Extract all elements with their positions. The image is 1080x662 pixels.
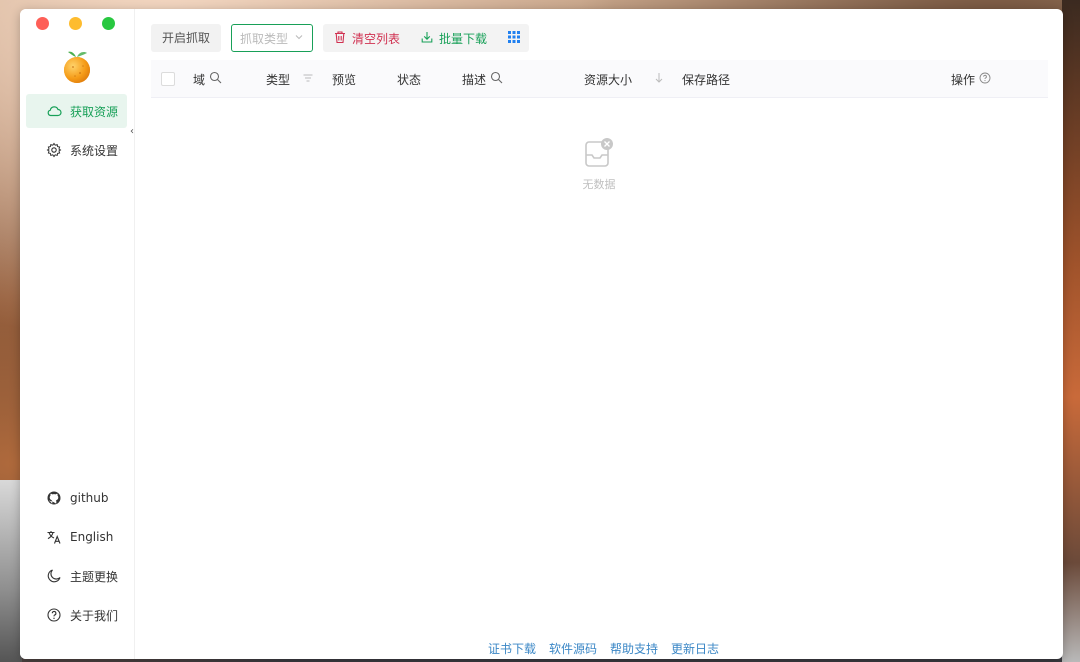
sidebar-item-label: 主题更换 bbox=[70, 569, 119, 584]
close-window-button[interactable] bbox=[36, 17, 49, 30]
footer-link-help[interactable]: 帮助支持 bbox=[610, 640, 658, 657]
gear-icon bbox=[46, 142, 62, 158]
help-circle-icon[interactable] bbox=[979, 72, 991, 87]
sidebar-item-settings[interactable]: 系统设置 bbox=[26, 133, 127, 167]
sidebar-item-about[interactable]: 关于我们 bbox=[26, 598, 127, 632]
grid-icon bbox=[507, 30, 521, 47]
sidebar: 获取资源 系统设置 github English 主题更换 关于我们 bbox=[20, 9, 134, 659]
filter-icon[interactable] bbox=[302, 72, 314, 87]
sidebar-item-theme[interactable]: 主题更换 bbox=[26, 559, 127, 593]
footer-links: 证书下载 软件源码 帮助支持 更新日志 bbox=[488, 640, 719, 657]
column-label: 资源大小 bbox=[584, 72, 633, 87]
app-window: 获取资源 系统设置 github English 主题更换 关于我们 ‹ 开启抓… bbox=[20, 9, 1063, 659]
column-description: 描述 bbox=[462, 60, 503, 98]
column-domain: 域 bbox=[193, 60, 222, 98]
toolbar: 开启抓取 抓取类型 清空列表 批量下载 bbox=[151, 24, 530, 52]
wallpaper-left bbox=[0, 480, 22, 662]
column-status: 状态 bbox=[397, 60, 421, 98]
clear-list-button[interactable]: 清空列表 bbox=[333, 30, 400, 47]
empty-state-label: 无数据 bbox=[582, 178, 616, 191]
column-label: 预览 bbox=[332, 72, 357, 87]
select-all-checkbox[interactable] bbox=[161, 72, 175, 86]
column-label: 保存路径 bbox=[682, 72, 731, 87]
sidebar-item-label: github bbox=[70, 491, 109, 505]
sort-down-icon[interactable] bbox=[654, 72, 664, 87]
footer-link-certificate[interactable]: 证书下载 bbox=[488, 640, 536, 657]
maximize-window-button[interactable] bbox=[102, 17, 115, 30]
github-icon bbox=[46, 490, 62, 506]
column-label: 描述 bbox=[462, 72, 487, 87]
column-label: 操作 bbox=[951, 72, 976, 87]
main-panel: 开启抓取 抓取类型 清空列表 批量下载 域 类型 预览 状态 描述 资源大小 保… bbox=[135, 9, 1063, 659]
grid-view-button[interactable] bbox=[507, 30, 521, 47]
column-type: 类型 bbox=[266, 60, 314, 98]
sidebar-item-label: 系统设置 bbox=[70, 143, 119, 158]
traffic-lights bbox=[36, 17, 115, 30]
sidebar-item-language[interactable]: English bbox=[26, 520, 127, 554]
download-icon bbox=[420, 30, 434, 47]
start-capture-button[interactable]: 开启抓取 bbox=[151, 24, 222, 52]
moon-icon bbox=[46, 568, 62, 584]
chevron-down-icon bbox=[294, 31, 304, 45]
minimize-window-button[interactable] bbox=[69, 17, 82, 30]
cloud-icon bbox=[46, 103, 62, 119]
column-size: 资源大小 bbox=[584, 60, 664, 98]
sidebar-item-label: 获取资源 bbox=[70, 104, 119, 119]
trash-icon bbox=[333, 30, 347, 47]
column-actions: 操作 bbox=[951, 60, 991, 98]
search-icon[interactable] bbox=[490, 71, 503, 87]
sidebar-item-label: 关于我们 bbox=[70, 608, 119, 623]
sidebar-item-label: English bbox=[70, 530, 114, 544]
sidebar-item-github[interactable]: github bbox=[26, 481, 127, 515]
clear-list-label: 清空列表 bbox=[352, 31, 401, 46]
action-button-group: 清空列表 批量下载 bbox=[323, 24, 530, 52]
column-label: 类型 bbox=[266, 72, 291, 87]
empty-box-icon bbox=[585, 138, 613, 167]
capture-type-select[interactable]: 抓取类型 bbox=[231, 24, 314, 52]
column-save-path: 保存路径 bbox=[682, 60, 730, 98]
help-circle-icon bbox=[46, 607, 62, 623]
column-label: 域 bbox=[193, 72, 206, 87]
footer-link-changelog[interactable]: 更新日志 bbox=[671, 640, 719, 657]
batch-download-button[interactable]: 批量下载 bbox=[420, 30, 487, 47]
select-placeholder: 抓取类型 bbox=[240, 31, 289, 46]
translate-icon bbox=[46, 529, 62, 545]
search-icon[interactable] bbox=[209, 71, 222, 87]
empty-state: 无数据 bbox=[565, 137, 633, 192]
column-label: 状态 bbox=[397, 72, 422, 87]
sidebar-item-resources[interactable]: 获取资源 bbox=[26, 94, 127, 128]
wallpaper-right bbox=[1062, 0, 1080, 662]
table-header: 域 类型 预览 状态 描述 资源大小 保存路径 操作 bbox=[151, 60, 1048, 98]
column-preview: 预览 bbox=[332, 60, 356, 98]
batch-download-label: 批量下载 bbox=[439, 31, 488, 46]
footer-link-source[interactable]: 软件源码 bbox=[549, 640, 597, 657]
orange-fruit-icon bbox=[64, 51, 90, 83]
